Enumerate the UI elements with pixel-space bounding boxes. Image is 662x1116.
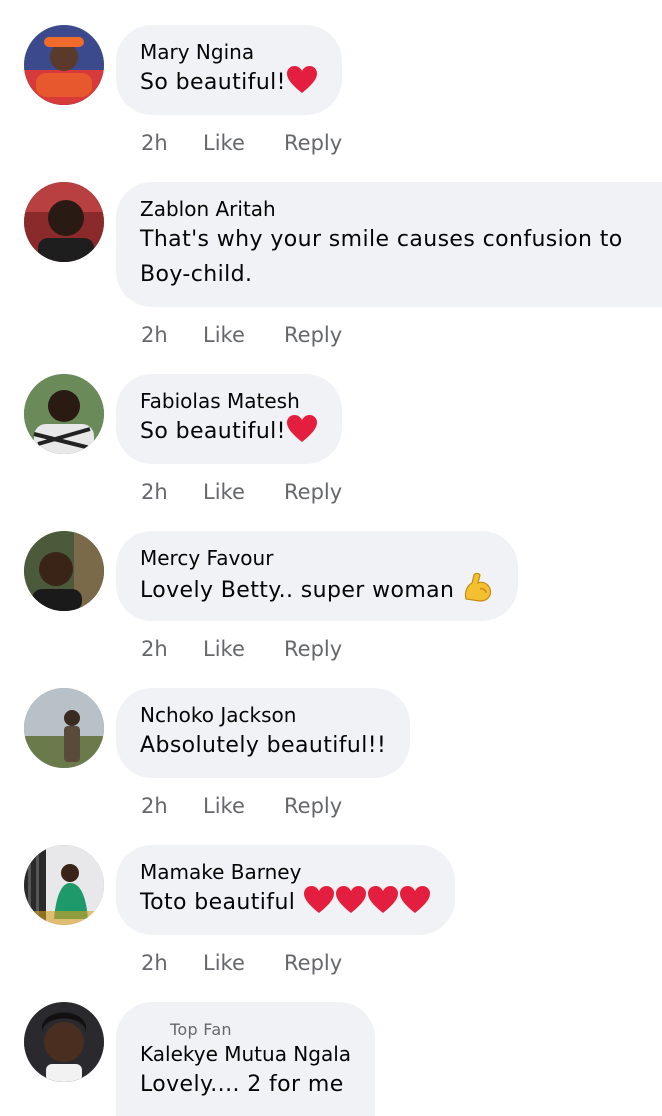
avatar[interactable] [24,374,104,454]
like-button[interactable]: Like [203,951,284,975]
comment-time[interactable]: 2h [141,480,203,504]
comment-text: So beautiful! [140,65,318,106]
comment-time[interactable]: 2h [141,323,203,347]
reply-button[interactable]: Reply [284,951,342,975]
comment-text-content: Lovely Betty.. super woman [140,578,462,603]
comment-time[interactable]: 2h [141,637,203,661]
reply-button[interactable]: Reply [284,131,342,155]
comment-author[interactable]: Fabiolas Matesh [140,388,318,414]
flexed-biceps-icon [462,571,494,614]
comment-bubble: Mary Ngina So beautiful! [116,25,342,115]
heart-icon [286,65,318,106]
avatar[interactable] [24,845,104,925]
comment-text-content: So beautiful! [140,419,286,444]
comment-author[interactable]: Mary Ngina [140,39,318,65]
comment-author[interactable]: Mercy Favour [140,545,494,571]
comment-bubble: Zablon Aritah That's why your smile caus… [116,182,662,307]
reply-button[interactable]: Reply [284,480,342,504]
reply-button[interactable]: Reply [284,794,342,818]
comment-text: Lovely.... 2 for me [140,1072,344,1097]
comment-text: Toto beautiful [140,885,431,926]
avatar[interactable] [24,182,104,262]
comment-time[interactable]: 2h [141,794,203,818]
avatar[interactable] [24,688,104,768]
like-button[interactable]: Like [203,480,284,504]
comment-author[interactable]: Mamake Barney [140,859,431,885]
comment-bubble: Mercy Favour Lovely Betty.. super woman [116,531,518,621]
comment-bubble: Top Fan Kalekye Mutua Ngala Lovely.... 2… [116,1002,376,1116]
comment-text: That's why your smile causes confusion t… [140,227,623,287]
comment-actions: 2h Like Reply [141,131,342,155]
heart-icon [335,885,367,926]
comment-text: So beautiful! [140,414,318,455]
comment-author[interactable]: Zablon Aritah [140,196,638,222]
comment-text: Absolutely beautiful!! [140,733,387,758]
comment-time[interactable]: 2h [141,131,203,155]
top-fan-badge: Top Fan [170,1020,232,1039]
like-button[interactable]: Like [203,131,284,155]
comment-actions: 2h Like Reply [141,951,342,975]
heart-icon [367,885,399,926]
comment-actions: 2h Like Reply [141,794,342,818]
heart-icon [286,414,318,455]
comment-text-content: Toto beautiful [140,890,303,915]
reply-button[interactable]: Reply [284,323,342,347]
comment-bubble: Mamake Barney Toto beautiful [116,845,455,935]
like-button[interactable]: Like [203,794,284,818]
avatar[interactable] [24,1002,104,1082]
comment-author[interactable]: Nchoko Jackson [140,702,386,728]
comment-actions: 2h Like Reply [141,637,342,661]
like-button[interactable]: Like [203,323,284,347]
comment-bubble: Nchoko Jackson Absolutely beautiful!! [116,688,411,778]
comment-text-content: So beautiful! [140,70,286,95]
comment-time[interactable]: 2h [141,951,203,975]
heart-icon [399,885,431,926]
comment-actions: 2h Like Reply [141,480,342,504]
comment-bubble: Fabiolas Matesh So beautiful! [116,374,342,464]
like-button[interactable]: Like [203,637,284,661]
heart-icon [303,885,335,926]
comment-actions: 2h Like Reply [141,323,342,347]
avatar[interactable] [24,531,104,611]
comment-text: Lovely Betty.. super woman [140,571,494,614]
avatar[interactable] [24,25,104,105]
reply-button[interactable]: Reply [284,637,342,661]
comment-author[interactable]: Kalekye Mutua Ngala [140,1041,351,1067]
